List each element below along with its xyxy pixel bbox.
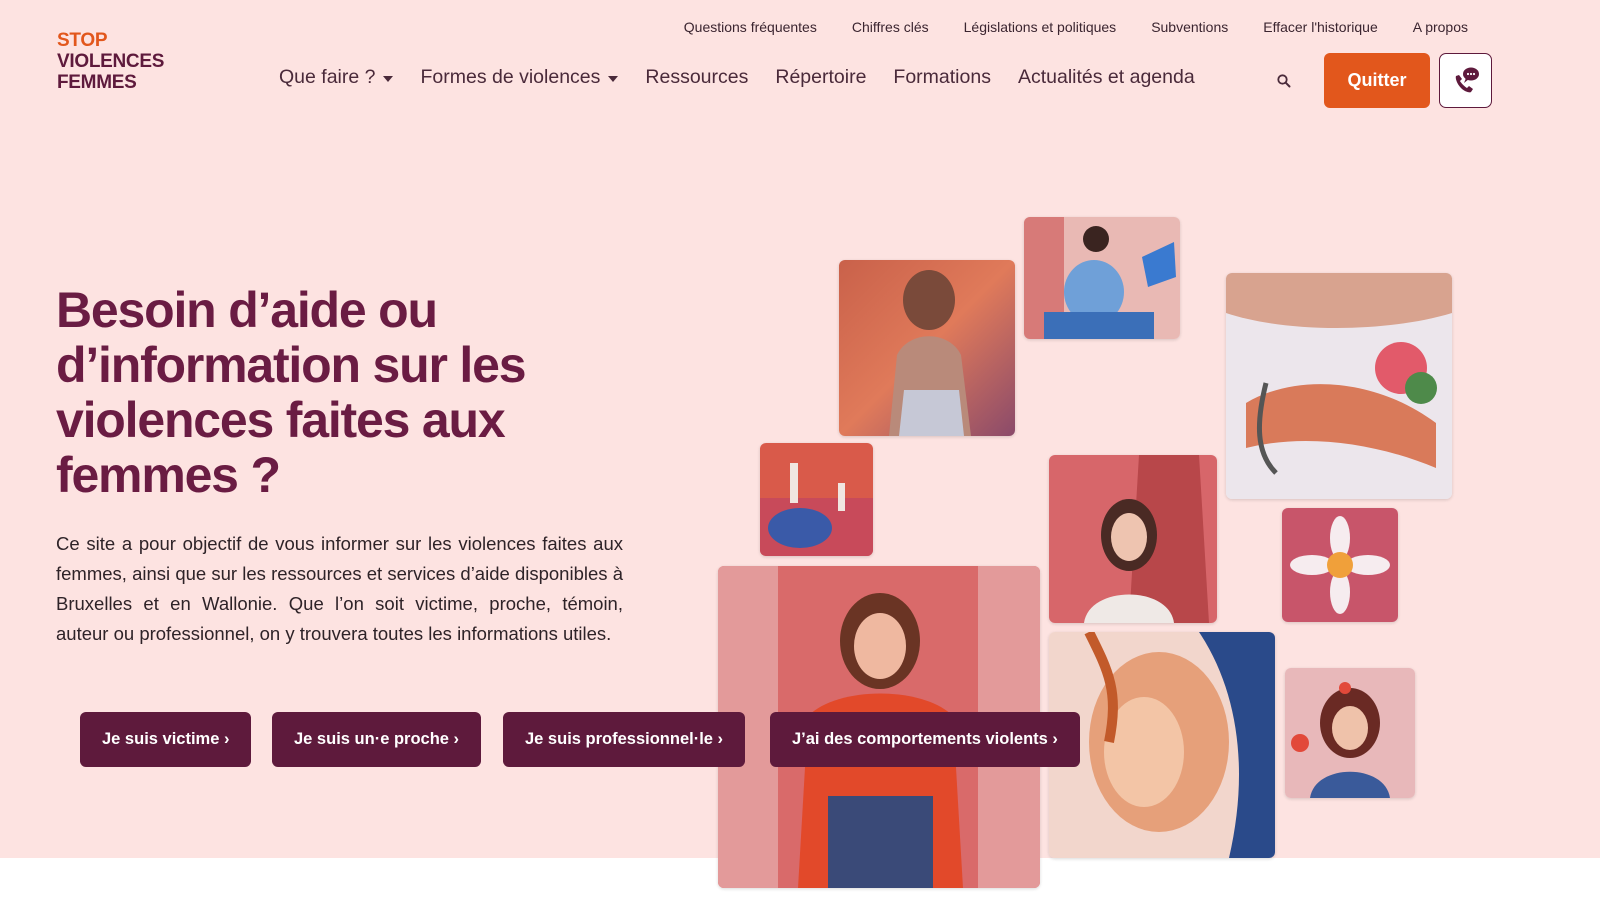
site-logo[interactable]: STOP VIOLENCES FEMMES [57,30,164,93]
link-faq[interactable]: Questions fréquentes [684,19,817,35]
nav-item-formations[interactable]: Formations [893,66,991,89]
professional-button[interactable]: Je suis professionnel·le › [503,712,746,767]
painting-woman-phone [1285,668,1415,798]
nav-item-actualites[interactable]: Actualités et agenda [1018,66,1195,89]
link-about[interactable]: A propos [1413,19,1468,35]
chevron-down-icon [383,75,394,82]
hero-intro-text: Ce site a pour objectif de vous informer… [56,533,623,644]
main-nav: Que faire ? Formes de violences Ressourc… [279,66,1195,89]
nav-item-ressources[interactable]: Ressources [645,66,748,89]
search-icon[interactable] [1276,73,1292,89]
utility-nav: Questions fréquentes Chiffres clés Légis… [684,19,1468,35]
page-title: Besoin d’aide ou d’information sur les v… [56,282,527,503]
quit-button[interactable]: Quitter [1324,53,1430,108]
nav-item-que-faire[interactable]: Que faire ? [279,66,394,89]
violent-behavior-button[interactable]: J’ai des comportements violents › [770,712,1080,767]
nav-item-repertoire[interactable]: Répertoire [775,66,866,89]
painting-wedding-hands [1226,273,1452,499]
logo-line-violences: VIOLENCES [57,51,165,72]
help-contact-button[interactable] [1439,53,1492,108]
relative-button[interactable]: Je suis un·e proche › [272,712,482,767]
nav-item-label: Formes de violences [420,66,601,88]
phone-chat-icon [1455,67,1479,92]
painting-figures-on-letter [760,443,873,556]
nav-item-label: Que faire ? [279,66,376,88]
victim-button[interactable]: Je suis victime › [80,712,252,767]
link-grants[interactable]: Subventions [1151,19,1228,35]
nav-item-label: Formations [893,66,991,88]
logo-line-stop: STOP [57,30,108,51]
chevron-down-icon [608,75,619,82]
nav-item-label: Actualités et agenda [1017,66,1195,88]
link-key-figures[interactable]: Chiffres clés [852,19,929,35]
nav-item-label: Répertoire [775,66,867,88]
painting-face-portrait [1049,632,1275,858]
nav-item-label: Ressources [645,66,749,88]
painting-pregnant-woman [1024,217,1180,339]
nav-item-formes-de-violences[interactable]: Formes de violences [420,66,619,89]
painting-woman-shadow [1049,455,1217,623]
link-legislation[interactable]: Législations et politiques [964,19,1117,35]
painting-daisy [1282,508,1398,622]
logo-line-femmes: FEMMES [57,72,137,93]
painting-woman-back [839,260,1015,436]
link-clear-history[interactable]: Effacer l'historique [1263,19,1377,35]
